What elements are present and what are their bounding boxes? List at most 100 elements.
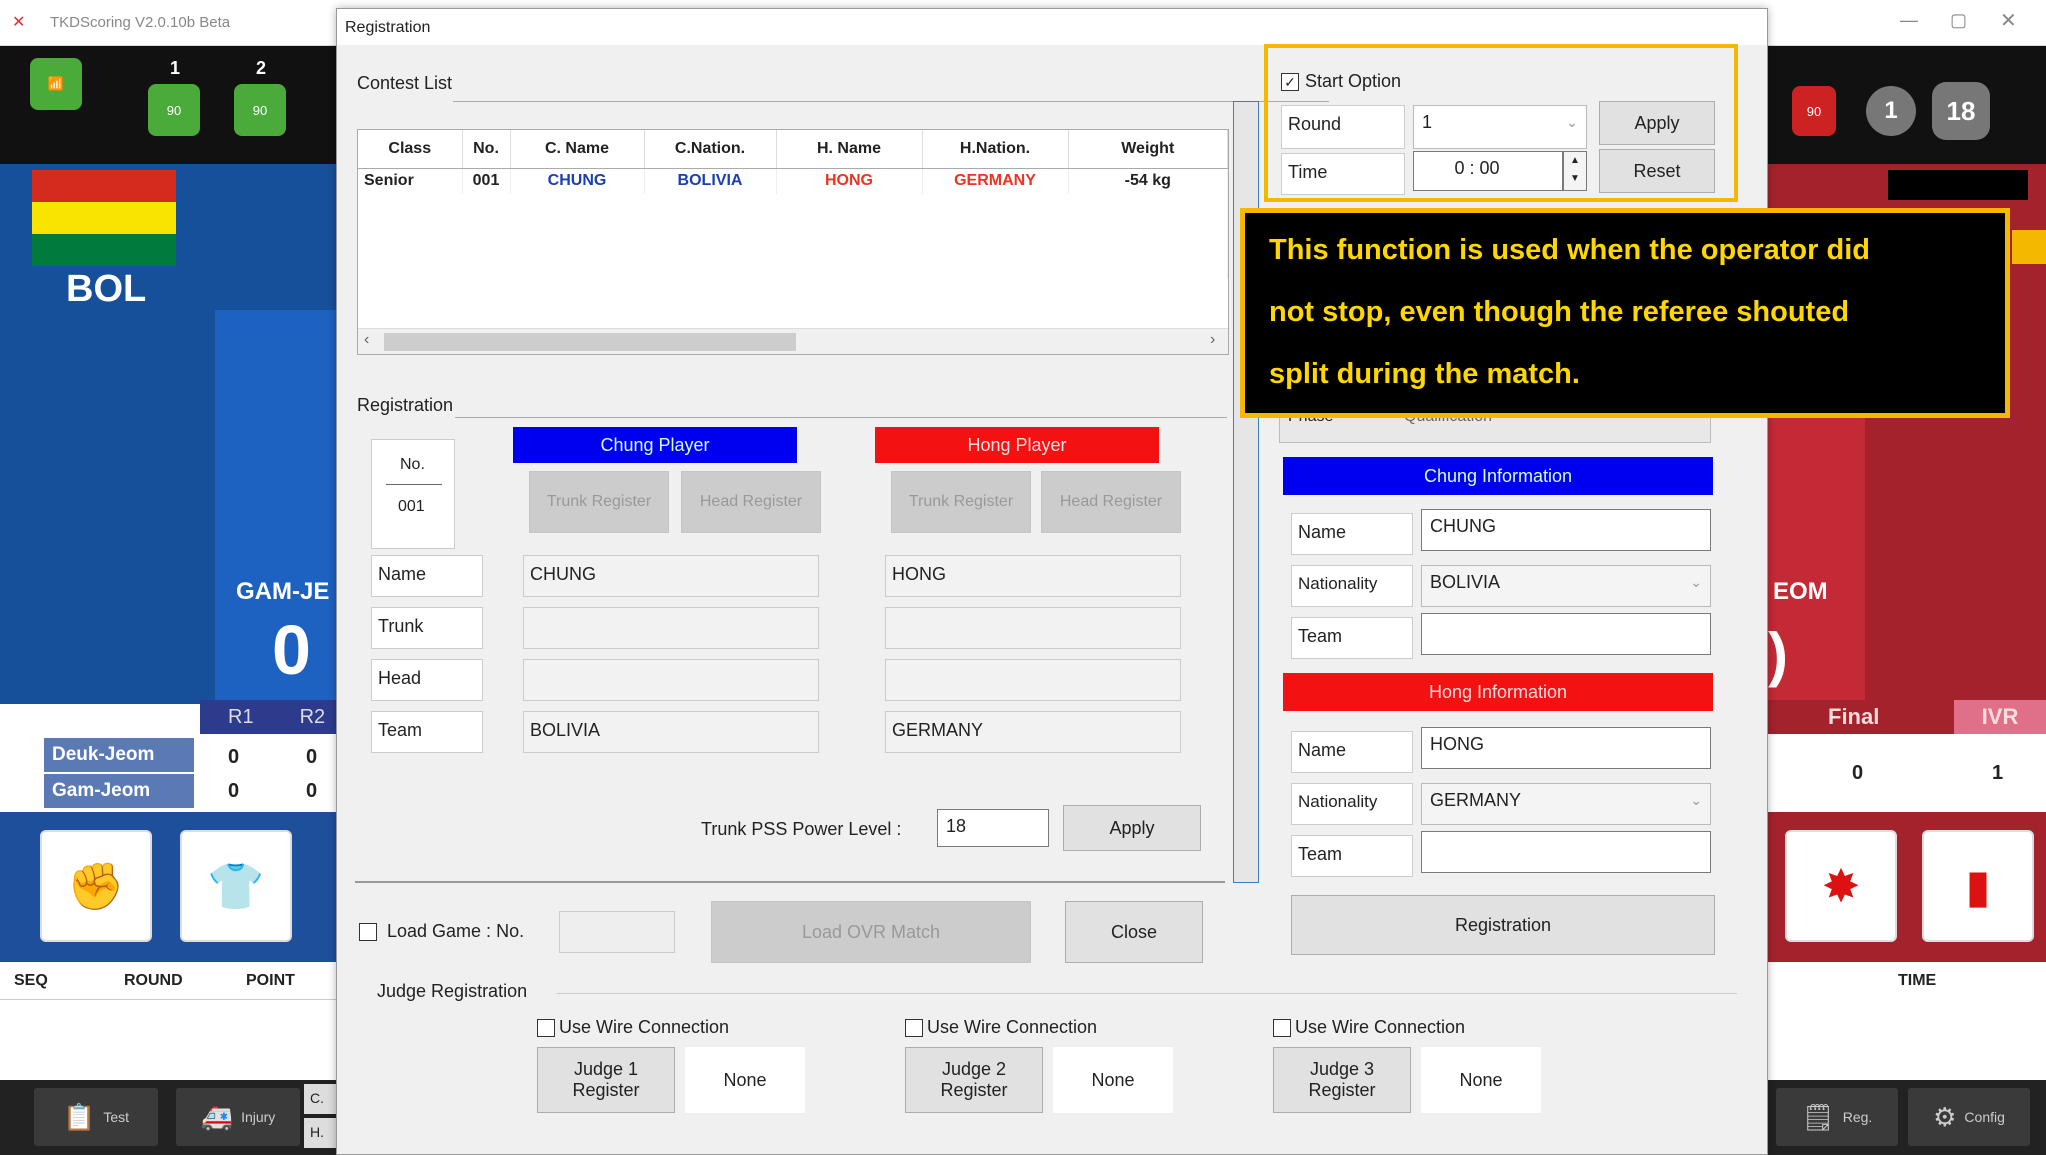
trunk-pss-apply-button[interactable]: Apply: [1063, 805, 1201, 851]
chung-info-team-label: Team: [1291, 617, 1413, 659]
col-header[interactable]: C. Name: [510, 130, 645, 169]
test-button[interactable]: 📋 Test: [34, 1088, 158, 1146]
log-header: ROUND: [124, 972, 183, 989]
load-game-input[interactable]: [559, 911, 675, 953]
punch-icon[interactable]: ✊: [40, 830, 152, 942]
injury-button[interactable]: 🚑 Injury: [176, 1088, 300, 1146]
contest-table[interactable]: Class No. C. Name C.Nation. H. Name H.Na…: [357, 129, 1229, 355]
close-button[interactable]: Close: [1065, 901, 1203, 963]
injury-label: Injury: [241, 1109, 276, 1125]
round-badge: 1: [1866, 86, 1916, 136]
dialog-title: Registration: [337, 9, 1767, 45]
trunk-icon[interactable]: 👕: [180, 830, 292, 942]
hong-name-field: HONG: [885, 555, 1181, 597]
col-header[interactable]: H. Name: [776, 130, 923, 169]
no-label: No.: [400, 456, 425, 473]
judge2-wire-checkbox[interactable]: [905, 1019, 923, 1037]
judge1-status: None: [685, 1047, 805, 1113]
hong-info-nationality-select[interactable]: GERMANY ⌄: [1421, 783, 1711, 825]
chung-head-register-button[interactable]: Head Register: [681, 471, 821, 533]
callout-line: split during the match.: [1269, 358, 1580, 390]
hong-trunk-register-button[interactable]: Trunk Register: [891, 471, 1031, 533]
col-header[interactable]: Class: [358, 130, 463, 169]
callout-line: This function is used when the operator …: [1269, 234, 1870, 266]
round-header: R1: [228, 705, 254, 728]
judge1-register-button[interactable]: Judge 1 Register: [537, 1047, 675, 1113]
chung-info-team-input[interactable]: [1421, 613, 1711, 655]
blue-gam-jeom-label: GAM-JE: [236, 578, 330, 605]
cell-h-nation: GERMANY: [922, 168, 1069, 194]
red-gam-jeom-label: EOM: [1773, 578, 1828, 605]
hong-info-team-input[interactable]: [1421, 831, 1711, 873]
scroll-right-icon[interactable]: ›: [1210, 331, 1215, 349]
judge3-status: None: [1421, 1047, 1541, 1113]
load-ovr-match-button[interactable]: Load OVR Match: [711, 901, 1031, 963]
judge2-wire-label: Use Wire Connection: [927, 1017, 1098, 1037]
sensor-red-icon: 90: [1792, 86, 1836, 136]
cell-no: 001: [462, 168, 511, 194]
test-label: Test: [103, 1109, 130, 1125]
callout-line: not stop, even though the referee shoute…: [1269, 296, 1850, 328]
chung-head-field: [523, 659, 819, 701]
chung-team-field: BOLIVIA: [523, 711, 819, 753]
col-header[interactable]: Weight: [1068, 130, 1228, 169]
load-game-label: Load Game : No.: [387, 921, 525, 941]
hong-head-register-button[interactable]: Head Register: [1041, 471, 1181, 533]
divider: [453, 101, 1329, 102]
final-header: Final: [1828, 704, 1880, 729]
trunk-pss-input[interactable]: 18: [937, 809, 1049, 847]
red-score: ): [1768, 621, 1788, 688]
judge3-wire-checkbox[interactable]: [1273, 1019, 1291, 1037]
app-logo-icon: ✕: [12, 14, 26, 31]
wifi-icon: 📶: [30, 58, 82, 110]
chung-info-nationality-select[interactable]: BOLIVIA ⌄: [1421, 565, 1711, 607]
annotation-callout: This function is used when the operator …: [1240, 208, 2010, 418]
contest-list-label: Contest List: [357, 73, 453, 93]
time-header: TIME: [1898, 972, 1937, 989]
scroll-thumb[interactable]: [384, 333, 796, 351]
chevron-down-icon: ⌄: [1690, 792, 1702, 808]
chevron-down-icon: ⌄: [1690, 574, 1702, 590]
col-header[interactable]: C.Nation.: [644, 130, 777, 169]
hong-info-nationality-label: Nationality: [1291, 783, 1413, 825]
app-title: TKDScoring V2.0.10b Beta: [50, 14, 231, 31]
judge3-wire-label: Use Wire Connection: [1295, 1017, 1466, 1037]
table-row[interactable]: Senior 001 CHUNG BOLIVIA HONG GERMANY -5…: [358, 168, 1228, 194]
chung-trunk-register-button[interactable]: Trunk Register: [529, 471, 669, 533]
hong-info-name-label: Name: [1291, 731, 1413, 773]
log-header: SEQ: [14, 972, 48, 989]
ivr-header: IVR: [1954, 700, 2046, 734]
ambulance-icon: 🚑: [200, 1101, 234, 1132]
log-area: [0, 1000, 340, 1080]
judge-number: 2: [256, 58, 267, 78]
config-button[interactable]: ⚙ Config: [1908, 1088, 2030, 1146]
col-header[interactable]: No.: [462, 130, 511, 169]
red-name-bar: [1888, 170, 2028, 200]
head-icon[interactable]: ▮: [1922, 830, 2034, 942]
hong-info-name-input[interactable]: HONG: [1421, 727, 1711, 769]
judge1-wire-checkbox[interactable]: [537, 1019, 555, 1037]
judge2-register-button[interactable]: Judge 2 Register: [905, 1047, 1043, 1113]
cell-c-name: CHUNG: [510, 168, 645, 194]
round-value: 0: [306, 780, 318, 802]
round-header: R2: [299, 705, 326, 728]
col-header[interactable]: H.Nation.: [922, 130, 1069, 169]
registration-button[interactable]: Registration: [1291, 895, 1715, 955]
maximize-icon[interactable]: ▢: [1950, 10, 1967, 31]
judge3-register-button[interactable]: Judge 3 Register: [1273, 1047, 1411, 1113]
no-value: 001: [398, 498, 425, 515]
hong-team-field: GERMANY: [885, 711, 1181, 753]
horizontal-scrollbar[interactable]: ‹ ›: [358, 328, 1228, 354]
chung-info-name-input[interactable]: CHUNG: [1421, 509, 1711, 551]
load-game-checkbox[interactable]: [359, 923, 377, 941]
hit-icon[interactable]: ✸: [1785, 830, 1897, 942]
reg-button[interactable]: 🗒 Reg.: [1776, 1088, 1898, 1146]
hong-player-header: Hong Player: [875, 427, 1159, 463]
minimize-icon[interactable]: —: [1900, 10, 1918, 31]
bolivia-flag-icon: [32, 170, 176, 266]
scroll-left-icon[interactable]: ‹: [364, 331, 369, 349]
red-indicator: [2012, 230, 2046, 264]
close-window-icon[interactable]: ✕: [2000, 8, 2017, 33]
round-value: 0: [306, 746, 318, 768]
cell-class: Senior: [358, 168, 463, 194]
